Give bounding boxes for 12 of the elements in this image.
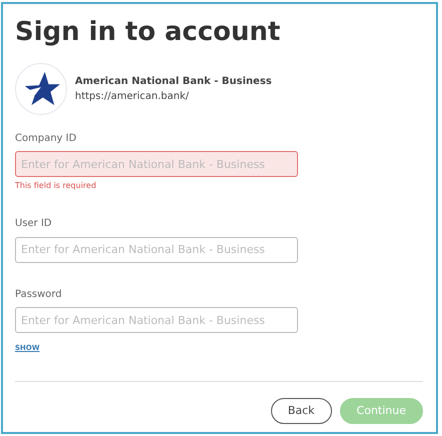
bank-name: American National Bank - Business: [75, 74, 272, 89]
field-label: User ID: [15, 217, 53, 232]
field-label: Company ID: [15, 132, 78, 146]
field-label: Password: [15, 288, 63, 302]
bank-url: https://american.bank/: [75, 90, 190, 104]
input-field[interactable]: Enter for American National Bank - Business: [15, 151, 298, 178]
page-title: Sign in to account: [15, 18, 282, 47]
star-icon: [22, 70, 60, 108]
input-field[interactable]: Enter for American National Bank - Business: [15, 307, 298, 334]
error-message: This field is required: [15, 180, 98, 192]
input-field[interactable]: Enter for American National Bank - Business: [15, 236, 298, 263]
back-button[interactable]: Back: [270, 398, 332, 424]
